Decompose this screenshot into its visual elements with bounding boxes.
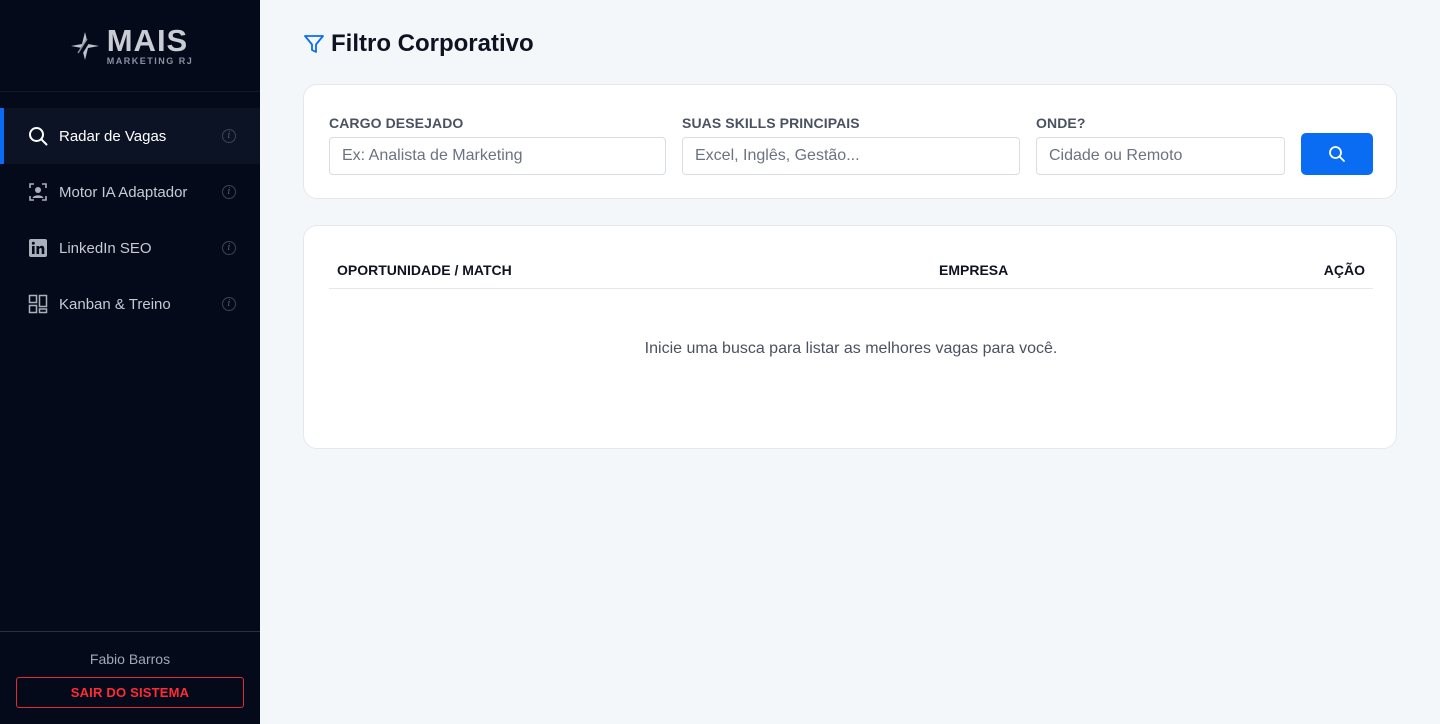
info-icon[interactable]: i (222, 129, 236, 143)
sidebar-item-label: Radar de Vagas (59, 127, 167, 145)
sidebar-footer: Fabio Barros SAIR DO SISTEMA (0, 631, 260, 724)
onde-field: ONDE? (1036, 115, 1285, 175)
skills-input[interactable] (682, 137, 1020, 175)
filter-card: CARGO DESEJADO SUAS SKILLS PRINCIPAIS ON… (303, 84, 1397, 199)
brand-tagline: MARKETING RJ (106, 56, 194, 66)
sidebar-item-label: Motor IA Adaptador (59, 183, 188, 201)
info-icon[interactable]: i (222, 185, 236, 199)
column-header-acao: AÇÃO (1323, 262, 1365, 278)
onde-input[interactable] (1036, 137, 1285, 175)
info-icon[interactable]: i (222, 297, 236, 311)
sidebar-item-label: LinkedIn SEO (59, 239, 152, 257)
sidebar-nav: Radar de Vagas i Motor IA Adaptador i Li… (0, 108, 260, 332)
sidebar-item-radar-de-vagas[interactable]: Radar de Vagas i (0, 108, 260, 164)
info-icon[interactable]: i (222, 241, 236, 255)
brand-name: MAIS (106, 23, 189, 58)
brand-logo: MAIS MARKETING RJ (67, 25, 194, 66)
user-frame-icon (28, 182, 48, 202)
brand-mark-icon (70, 31, 99, 60)
logo-area: MAIS MARKETING RJ (0, 0, 260, 92)
cargo-input[interactable] (329, 137, 666, 175)
empty-state-message: Inicie uma busca para listar as melhores… (644, 340, 1058, 357)
cargo-field: CARGO DESEJADO (329, 115, 666, 175)
main-content: Filtro Corporativo CARGO DESEJADO SUAS S… (260, 0, 1440, 724)
column-header-empresa: EMPRESA (939, 262, 1009, 278)
search-icon (28, 126, 48, 146)
search-button[interactable] (1301, 133, 1373, 175)
sidebar-item-motor-ia-adaptador[interactable]: Motor IA Adaptador i (0, 164, 260, 220)
skills-field: SUAS SKILLS PRINCIPAIS (682, 115, 1020, 175)
onde-label: ONDE? (1036, 115, 1086, 131)
search-icon (1329, 146, 1345, 162)
cargo-label: CARGO DESEJADO (329, 115, 464, 131)
page-title: Filtro Corporativo (331, 30, 534, 57)
user-name: Fabio Barros (89, 651, 171, 667)
sidebar-item-linkedin-seo[interactable]: LinkedIn SEO i (0, 220, 260, 276)
filter-icon (304, 35, 324, 53)
sidebar: MAIS MARKETING RJ Radar de Vagas i Motor… (0, 0, 260, 724)
sidebar-item-label: Kanban & Treino (59, 295, 171, 313)
column-header-oportunidade: OPORTUNIDADE / MATCH (337, 262, 512, 278)
results-card: OPORTUNIDADE / MATCH EMPRESA AÇÃO Inicie… (303, 225, 1397, 449)
linkedin-icon (28, 238, 48, 258)
table-header: OPORTUNIDADE / MATCH EMPRESA AÇÃO (329, 262, 1373, 289)
sidebar-item-kanban-treino[interactable]: Kanban & Treino i (0, 276, 260, 332)
logout-button[interactable]: SAIR DO SISTEMA (16, 677, 244, 708)
skills-label: SUAS SKILLS PRINCIPAIS (682, 115, 860, 131)
grid-icon (28, 294, 48, 314)
page-header: Filtro Corporativo (303, 30, 534, 58)
